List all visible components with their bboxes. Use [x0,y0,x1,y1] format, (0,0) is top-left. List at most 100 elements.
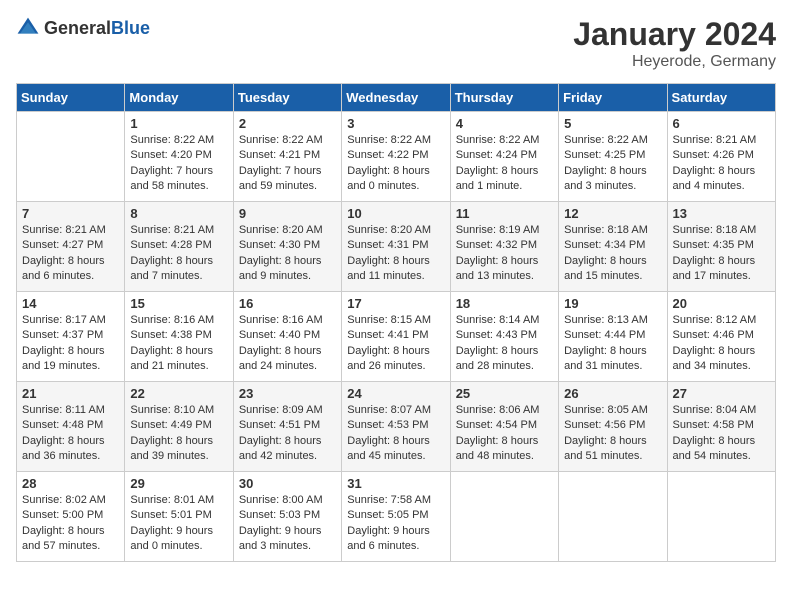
calendar-table: SundayMondayTuesdayWednesdayThursdayFrid… [16,83,776,562]
day-number: 25 [456,386,553,401]
day-info: Sunrise: 8:14 AMSunset: 4:43 PMDaylight:… [456,313,553,375]
day-info: Sunrise: 8:18 AMSunset: 4:35 PMDaylight:… [673,223,770,285]
day-cell: 13 Sunrise: 8:18 AMSunset: 4:35 PMDayligh… [667,202,775,292]
logo-blue: Blue [111,18,150,38]
day-info: Sunrise: 8:21 AMSunset: 4:26 PMDaylight:… [673,133,770,195]
day-number: 22 [130,386,227,401]
day-cell: 29 Sunrise: 8:01 AMSunset: 5:01 PMDayligh… [125,472,233,562]
day-info: Sunrise: 8:09 AMSunset: 4:51 PMDaylight:… [239,403,336,465]
day-cell: 2Sunrise: 8:22 AMSunset: 4:21 PMDaylight… [233,112,341,202]
day-number: 14 [22,296,119,311]
logo-text: GeneralBlue [44,18,150,39]
day-info: Sunrise: 8:04 AMSunset: 4:58 PMDaylight:… [673,403,770,465]
day-cell: 9 Sunrise: 8:20 AMSunset: 4:30 PMDaylight… [233,202,341,292]
weekday-thursday: Thursday [450,84,558,112]
logo: GeneralBlue [16,16,150,40]
day-cell: 17Sunrise: 8:15 AMSunset: 4:41 PMDayligh… [342,292,450,382]
day-number: 10 [347,206,444,221]
day-number: 26 [564,386,661,401]
day-info: Sunrise: 8:20 AMSunset: 4:30 PMDaylight:… [239,223,336,285]
day-number: 31 [347,476,444,491]
month-title: January 2024 [573,16,776,53]
day-info: Sunrise: 8:00 AMSunset: 5:03 PMDaylight:… [239,493,336,555]
day-cell: 21 Sunrise: 8:11 AMSunset: 4:48 PMDayligh… [17,382,125,472]
day-number: 20 [673,296,770,311]
day-info: Sunrise: 8:22 AMSunset: 4:22 PMDaylight:… [347,133,444,195]
day-info: Sunrise: 8:16 AMSunset: 4:38 PMDaylight:… [130,313,227,375]
day-cell: 3 Sunrise: 8:22 AMSunset: 4:22 PMDaylight… [342,112,450,202]
day-info: Sunrise: 8:13 AMSunset: 4:44 PMDaylight:… [564,313,661,375]
day-cell: 14 Sunrise: 8:17 AMSunset: 4:37 PMDayligh… [17,292,125,382]
day-cell: 26 Sunrise: 8:05 AMSunset: 4:56 PMDayligh… [559,382,667,472]
day-cell: 31 Sunrise: 7:58 AMSunset: 5:05 PMDayligh… [342,472,450,562]
day-cell: 20 Sunrise: 8:12 AMSunset: 4:46 PMDayligh… [667,292,775,382]
day-info: Sunrise: 8:22 AMSunset: 4:25 PMDaylight:… [564,133,661,195]
day-info: Sunrise: 8:22 AMSunset: 4:24 PMDaylight:… [456,133,553,195]
weekday-saturday: Saturday [667,84,775,112]
day-info: Sunrise: 8:07 AMSunset: 4:53 PMDaylight:… [347,403,444,465]
day-cell: 4 Sunrise: 8:22 AMSunset: 4:24 PMDaylight… [450,112,558,202]
day-number: 4 [456,116,553,131]
day-cell [559,472,667,562]
day-cell: 12 Sunrise: 8:18 AMSunset: 4:34 PMDayligh… [559,202,667,292]
day-info: Sunrise: 8:17 AMSunset: 4:37 PMDaylight:… [22,313,119,375]
day-cell: 18 Sunrise: 8:14 AMSunset: 4:43 PMDayligh… [450,292,558,382]
day-number: 12 [564,206,661,221]
weekday-wednesday: Wednesday [342,84,450,112]
day-info: Sunrise: 7:58 AMSunset: 5:05 PMDaylight:… [347,493,444,555]
day-number: 21 [22,386,119,401]
weekday-monday: Monday [125,84,233,112]
day-cell: 16Sunrise: 8:16 AMSunset: 4:40 PMDayligh… [233,292,341,382]
day-info: Sunrise: 8:12 AMSunset: 4:46 PMDaylight:… [673,313,770,375]
day-info: Sunrise: 8:11 AMSunset: 4:48 PMDaylight:… [22,403,119,465]
week-row-2: 7 Sunrise: 8:21 AMSunset: 4:27 PMDaylight… [17,202,776,292]
day-cell: 28Sunrise: 8:02 AMSunset: 5:00 PMDayligh… [17,472,125,562]
day-number: 28 [22,476,119,491]
week-row-3: 14 Sunrise: 8:17 AMSunset: 4:37 PMDayligh… [17,292,776,382]
day-info: Sunrise: 8:19 AMSunset: 4:32 PMDaylight:… [456,223,553,285]
day-cell: 15Sunrise: 8:16 AMSunset: 4:38 PMDayligh… [125,292,233,382]
day-info: Sunrise: 8:22 AMSunset: 4:20 PMDaylight:… [130,133,227,195]
day-number: 16 [239,296,336,311]
day-info: Sunrise: 8:01 AMSunset: 5:01 PMDaylight:… [130,493,227,555]
week-row-5: 28Sunrise: 8:02 AMSunset: 5:00 PMDayligh… [17,472,776,562]
day-number: 23 [239,386,336,401]
day-number: 6 [673,116,770,131]
day-number: 11 [456,206,553,221]
day-number: 30 [239,476,336,491]
title-block: January 2024 Heyerode, Germany [573,16,776,71]
logo-icon [16,16,40,40]
day-number: 3 [347,116,444,131]
day-cell: 19 Sunrise: 8:13 AMSunset: 4:44 PMDayligh… [559,292,667,382]
week-row-1: 1 Sunrise: 8:22 AMSunset: 4:20 PMDaylight… [17,112,776,202]
calendar-body: 1 Sunrise: 8:22 AMSunset: 4:20 PMDaylight… [17,112,776,562]
day-cell: 8Sunrise: 8:21 AMSunset: 4:28 PMDaylight… [125,202,233,292]
day-number: 9 [239,206,336,221]
day-cell: 1 Sunrise: 8:22 AMSunset: 4:20 PMDaylight… [125,112,233,202]
day-info: Sunrise: 8:18 AMSunset: 4:34 PMDaylight:… [564,223,661,285]
day-cell [17,112,125,202]
day-cell: 11 Sunrise: 8:19 AMSunset: 4:32 PMDayligh… [450,202,558,292]
week-row-4: 21 Sunrise: 8:11 AMSunset: 4:48 PMDayligh… [17,382,776,472]
day-cell: 24Sunrise: 8:07 AMSunset: 4:53 PMDayligh… [342,382,450,472]
day-cell: 5Sunrise: 8:22 AMSunset: 4:25 PMDaylight… [559,112,667,202]
day-info: Sunrise: 8:21 AMSunset: 4:27 PMDaylight:… [22,223,119,285]
day-info: Sunrise: 8:22 AMSunset: 4:21 PMDaylight:… [239,133,336,195]
day-number: 29 [130,476,227,491]
logo-general: General [44,18,111,38]
day-info: Sunrise: 8:21 AMSunset: 4:28 PMDaylight:… [130,223,227,285]
day-number: 7 [22,206,119,221]
day-info: Sunrise: 8:05 AMSunset: 4:56 PMDaylight:… [564,403,661,465]
day-number: 13 [673,206,770,221]
day-number: 27 [673,386,770,401]
day-number: 19 [564,296,661,311]
day-cell: 30 Sunrise: 8:00 AMSunset: 5:03 PMDayligh… [233,472,341,562]
day-number: 1 [130,116,227,131]
day-cell: 22 Sunrise: 8:10 AMSunset: 4:49 PMDayligh… [125,382,233,472]
day-info: Sunrise: 8:10 AMSunset: 4:49 PMDaylight:… [130,403,227,465]
day-info: Sunrise: 8:06 AMSunset: 4:54 PMDaylight:… [456,403,553,465]
day-number: 18 [456,296,553,311]
day-info: Sunrise: 8:20 AMSunset: 4:31 PMDaylight:… [347,223,444,285]
day-cell: 10 Sunrise: 8:20 AMSunset: 4:31 PMDayligh… [342,202,450,292]
day-cell [450,472,558,562]
